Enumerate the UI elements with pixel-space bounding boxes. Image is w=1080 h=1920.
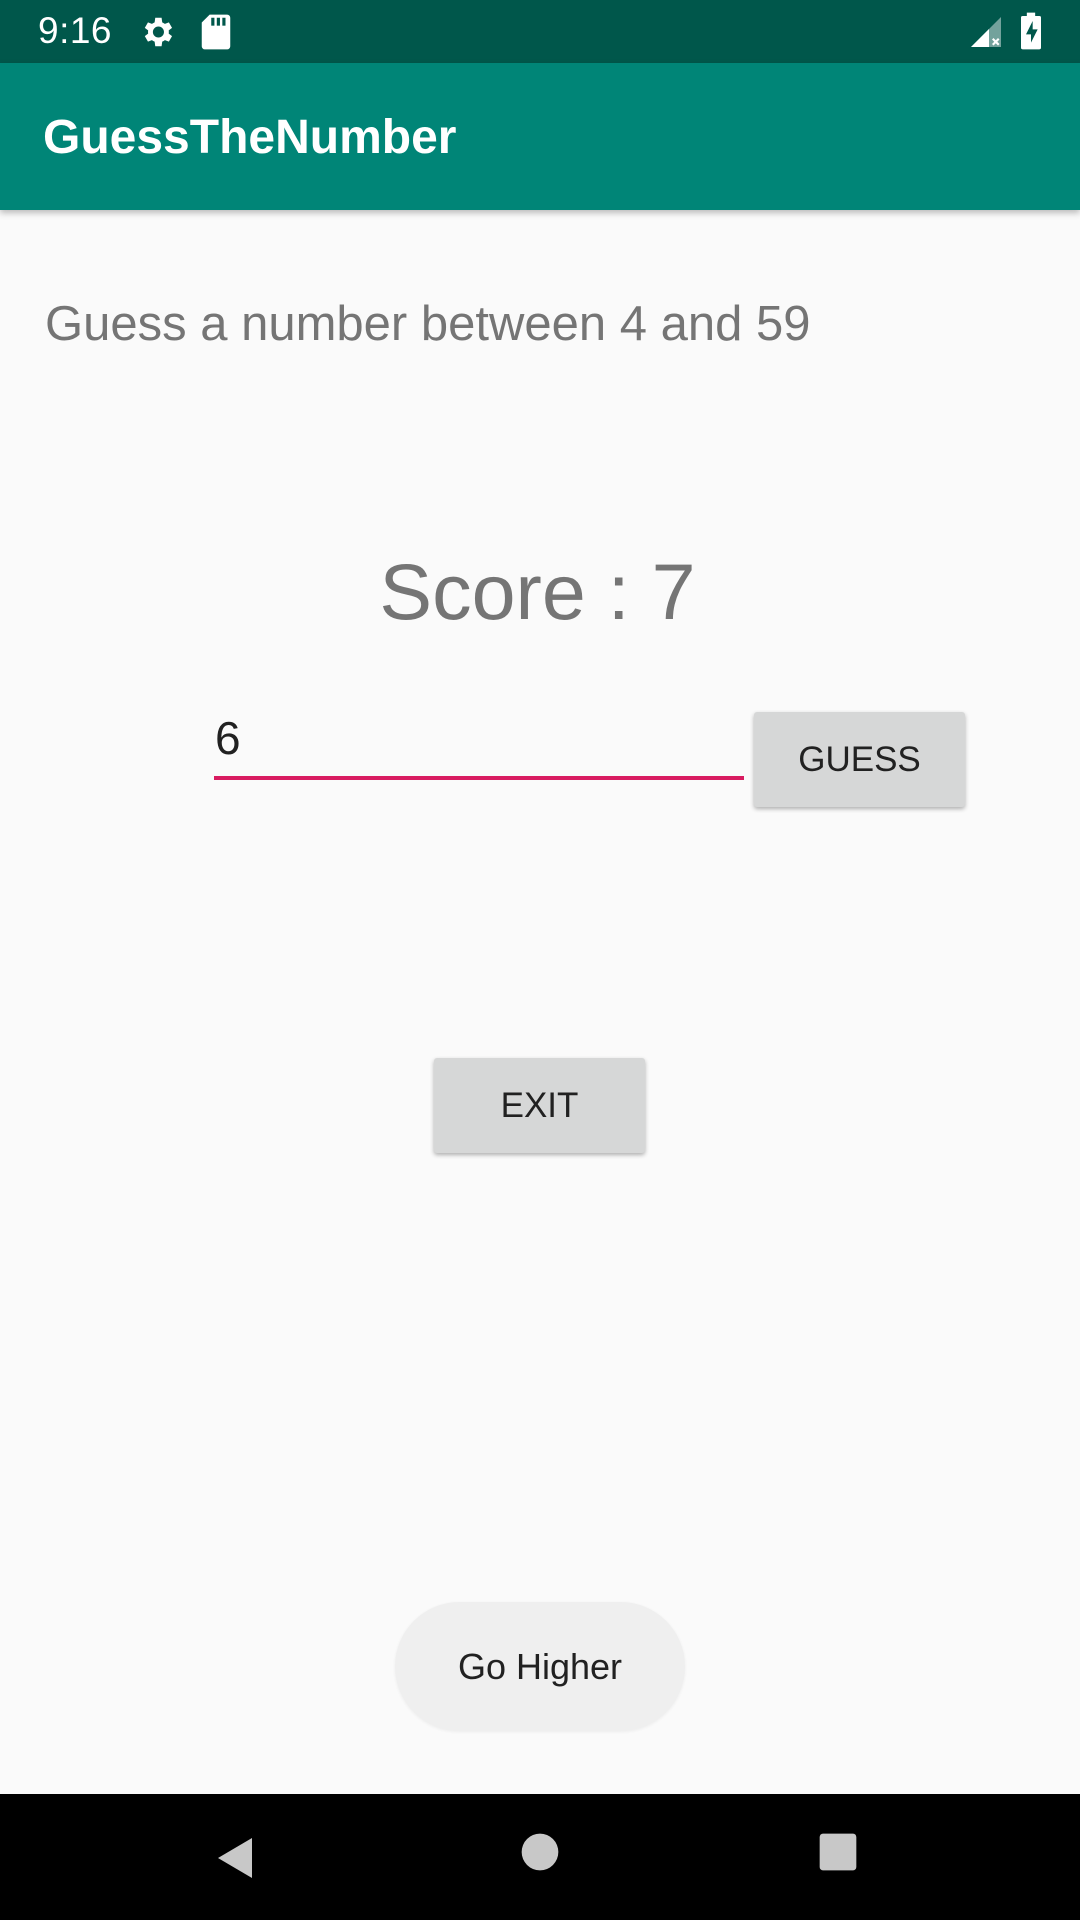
gear-icon xyxy=(138,13,176,56)
status-time: 9:16 xyxy=(38,10,113,51)
exit-button[interactable]: EXIT xyxy=(434,1058,645,1153)
home-icon[interactable] xyxy=(520,1832,560,1877)
sd-card-icon xyxy=(200,13,232,56)
toast-message: Go Higher xyxy=(395,1602,685,1731)
recents-icon[interactable] xyxy=(818,1832,858,1877)
guess-number-input[interactable] xyxy=(214,706,744,780)
score-text: Score : 7 xyxy=(379,547,696,636)
signal-icon xyxy=(968,14,1004,55)
battery-charging-icon xyxy=(1018,11,1044,56)
back-icon[interactable] xyxy=(212,1834,260,1887)
app-bar: GuessTheNumber xyxy=(0,63,1080,210)
navigation-bar xyxy=(0,1794,1080,1920)
range-instruction-text: Guess a number between 4 and 59 xyxy=(45,297,811,351)
app-title: GuessTheNumber xyxy=(43,111,457,164)
guess-button[interactable]: GUESS xyxy=(754,712,965,807)
status-bar: 9:16 xyxy=(0,0,1080,63)
